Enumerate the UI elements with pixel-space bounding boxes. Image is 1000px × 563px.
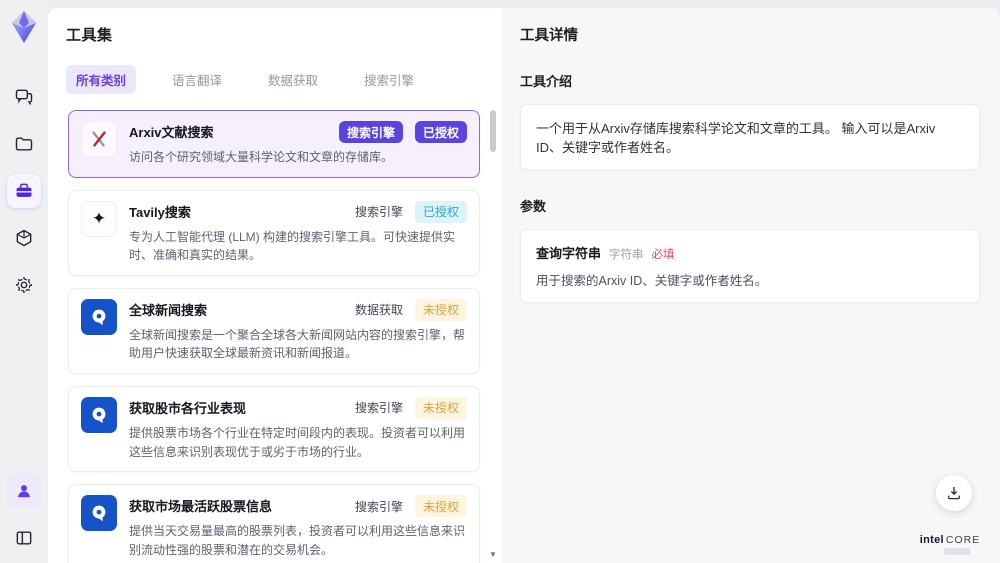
intro-box: 一个用于从Arxiv存储库搜索科学论文和文章的工具。 输入可以是Arxiv ID… bbox=[520, 104, 980, 170]
chat-icon bbox=[15, 89, 33, 105]
category-badge: 搜索引擎 bbox=[338, 121, 403, 143]
category-label: 数据获取 bbox=[354, 303, 403, 318]
sidebar-item-settings[interactable] bbox=[7, 268, 41, 302]
left-nav-rail bbox=[0, 0, 48, 563]
sidebar-item-files[interactable] bbox=[7, 127, 41, 161]
tool-name: 全球新闻搜索 bbox=[129, 302, 208, 318]
sidebar-item-models[interactable] bbox=[7, 221, 41, 255]
intro-heading: 工具介绍 bbox=[520, 74, 573, 89]
tool-name: Tavily搜索 bbox=[129, 204, 191, 220]
tool-description: 访问各个研究领域大量科学论文和文章的存储库。 bbox=[129, 150, 394, 164]
tab-language-translation[interactable]: 语言翻译 bbox=[162, 65, 232, 94]
tool-cards: Arxiv文献搜索 搜索引擎 已授权 访问各个研究领域大量科学论文和文章的存储库… bbox=[66, 108, 488, 563]
status-badge: 已授权 bbox=[414, 200, 467, 223]
param-type: 字符串 bbox=[609, 249, 644, 261]
arxiv-logo-icon bbox=[81, 121, 117, 157]
page-title: 工具集 bbox=[66, 27, 113, 44]
app-logo-diamond bbox=[12, 11, 36, 43]
tool-description: 全球新闻搜索是一个聚合全球各大新闻网站内容的搜索引擎，帮助用户快速获取全球最新资… bbox=[129, 327, 466, 361]
tool-card-global-news[interactable]: 全球新闻搜索 数据获取 未授权 全球新闻搜索是一个聚合全球各大新闻网站内容的搜索… bbox=[68, 287, 480, 374]
tool-list-panel: 工具集 所有类别 语言翻译 数据获取 搜索引擎 Arxiv文献搜索 搜索引擎 已… bbox=[48, 8, 502, 563]
intel-core-logo: intel CORE bbox=[918, 534, 982, 555]
tool-name: 获取股市各行业表现 bbox=[129, 400, 247, 416]
news-aggregator-blue-icon bbox=[81, 298, 117, 335]
param-box: 查询字符串 字符串 必填 用于搜索的Arxiv ID、关键字或作者姓名。 bbox=[520, 229, 980, 303]
sidebar-item-collapse-panel[interactable] bbox=[7, 521, 41, 555]
status-badge: 未授权 bbox=[414, 396, 467, 419]
status-badge: 未授权 bbox=[414, 298, 467, 321]
download-icon bbox=[948, 487, 960, 500]
status-badge: 未授权 bbox=[414, 495, 467, 518]
tool-card-arxiv[interactable]: Arxiv文献搜索 搜索引擎 已授权 访问各个研究领域大量科学论文和文章的存储库… bbox=[68, 110, 480, 178]
tab-search-engine[interactable]: 搜索引擎 bbox=[354, 65, 424, 94]
sidebar-item-account[interactable] bbox=[7, 474, 41, 508]
tool-description: 提供股票市场各个行业在特定时间段内的表现。投资者可以利用这些信息来识别表现优于或… bbox=[129, 425, 466, 459]
category-tabs: 所有类别 语言翻译 数据获取 搜索引擎 bbox=[66, 65, 502, 94]
cube-icon bbox=[16, 229, 32, 247]
tool-card-tavily[interactable]: ✦ Tavily搜索 搜索引擎 已授权 专为人工智能代理 (LLM) 构建的搜索… bbox=[68, 189, 480, 276]
params-heading: 参数 bbox=[520, 199, 547, 214]
tool-card-most-active-stocks[interactable]: 获取市场最活跃股票信息 搜索引擎 未授权 提供当天交易量最高的股票列表，投资者可… bbox=[68, 484, 480, 563]
detail-title: 工具详情 bbox=[520, 28, 578, 44]
scrollbar-down-arrow[interactable]: ▼ bbox=[489, 551, 497, 559]
category-label: 搜索引擎 bbox=[354, 401, 403, 416]
panel-layout-icon bbox=[16, 531, 32, 545]
tavily-star-icon: ✦ bbox=[81, 200, 117, 237]
sidebar-item-chat[interactable] bbox=[7, 80, 41, 114]
tool-name: Arxiv文献搜索 bbox=[129, 125, 214, 140]
param-required-badge: 必填 bbox=[651, 249, 675, 261]
folder-icon bbox=[15, 137, 33, 151]
download-button[interactable] bbox=[936, 475, 972, 511]
tool-description: 提供当天交易量最高的股票列表，投资者可以利用这些信息来识别流动性强的股票和潜在的… bbox=[129, 524, 466, 557]
market-data-blue-icon bbox=[81, 396, 117, 433]
category-label: 搜索引擎 bbox=[354, 205, 403, 220]
scrollbar-thumb[interactable] bbox=[490, 110, 496, 152]
param-name: 查询字符串 bbox=[536, 246, 602, 261]
param-description: 用于搜索的Arxiv ID、关键字或作者姓名。 bbox=[536, 274, 768, 288]
intro-text: 一个用于从Arxiv存储库搜索科学论文和文章的工具。 输入可以是Arxiv ID… bbox=[536, 121, 936, 155]
market-data-blue-icon bbox=[81, 495, 117, 532]
main-content: 工具集 所有类别 语言翻译 数据获取 搜索引擎 Arxiv文献搜索 搜索引擎 已… bbox=[48, 8, 1000, 563]
tool-detail-panel: 工具详情 工具介绍 一个用于从Arxiv存储库搜索科学论文和文章的工具。 输入可… bbox=[502, 8, 1000, 563]
sidebar-item-tools[interactable] bbox=[7, 174, 41, 208]
category-label: 搜索引擎 bbox=[354, 499, 403, 514]
tab-all-categories[interactable]: 所有类别 bbox=[66, 65, 137, 94]
brand-word-intel: intel bbox=[919, 534, 944, 546]
tool-card-sector-performance[interactable]: 获取股市各行业表现 搜索引擎 未授权 提供股票市场各个行业在特定时间段内的表现。… bbox=[68, 385, 480, 473]
brand-chip-badge bbox=[944, 548, 970, 555]
tool-name: 获取市场最活跃股票信息 bbox=[129, 499, 273, 515]
toolbox-icon bbox=[16, 183, 32, 197]
status-badge: 已授权 bbox=[414, 121, 467, 143]
tool-list: Arxiv文献搜索 搜索引擎 已授权 访问各个研究领域大量科学论文和文章的存储库… bbox=[66, 108, 502, 563]
user-icon bbox=[18, 485, 30, 498]
tool-description: 专为人工智能代理 (LLM) 构建的搜索引擎工具。可快速提供实时、准确和真实的结… bbox=[129, 229, 456, 263]
brand-word-core: CORE bbox=[945, 534, 981, 546]
settings-gear-icon bbox=[16, 277, 32, 293]
list-scrollbar[interactable]: ▼ bbox=[488, 108, 498, 563]
tab-data-fetch[interactable]: 数据获取 bbox=[258, 65, 328, 94]
